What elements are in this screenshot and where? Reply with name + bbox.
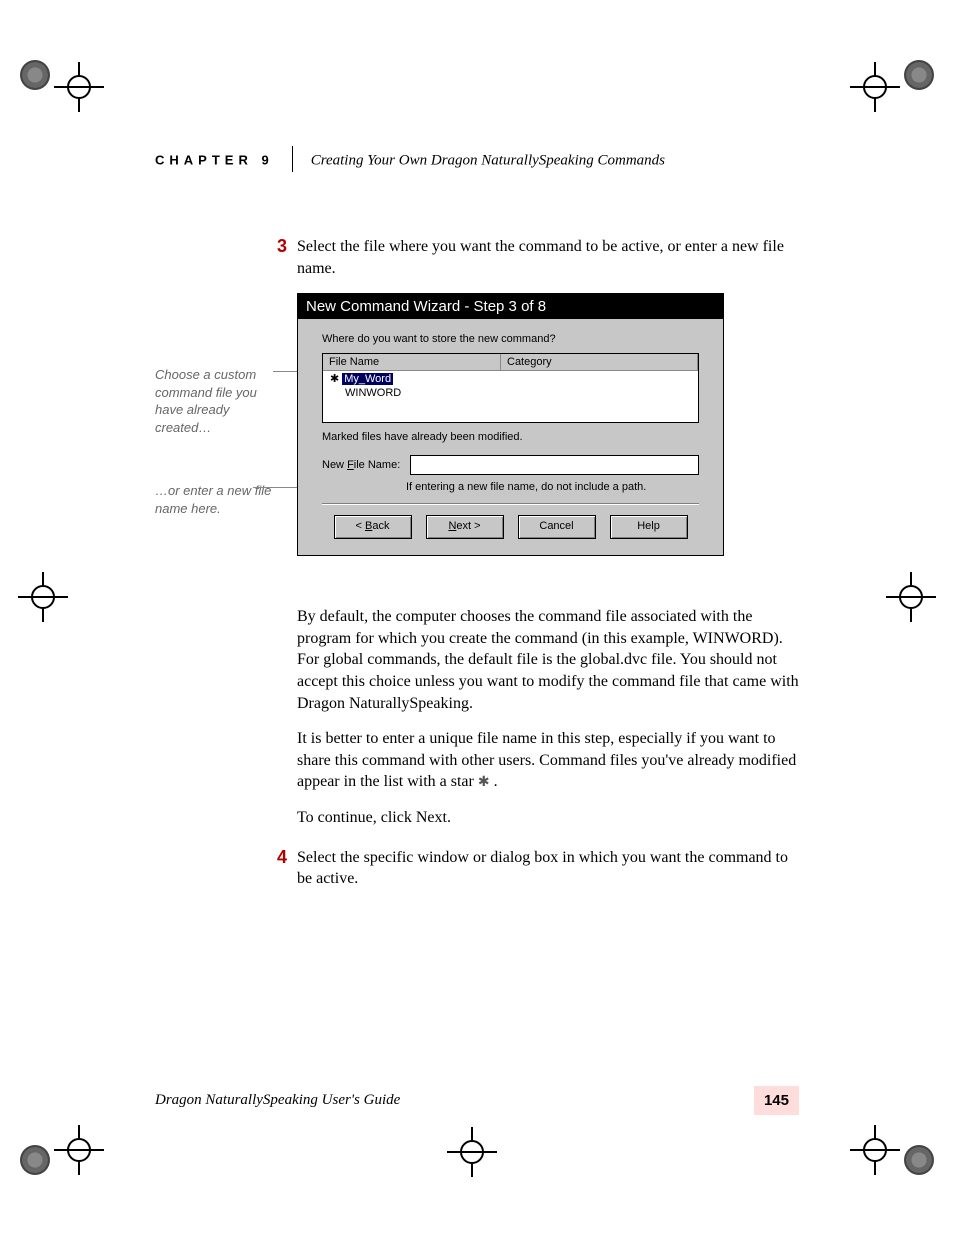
file-row[interactable]: WINWORD [323,386,698,400]
file-list[interactable]: File Name Category ✱ My_Word WINWORD [322,353,699,423]
body-p2-a: It is better to enter a unique file name… [297,730,796,790]
step-number: 3 [255,236,287,257]
new-file-hint: If entering a new file name, do not incl… [406,481,699,493]
modified-note: Marked files have already been modified. [322,431,699,443]
step-text: Select the file where you want the comma… [297,236,799,279]
back-button[interactable]: < Back [334,515,412,539]
file-list-headers: File Name Category [323,354,698,371]
file-name-cell: WINWORD [333,387,401,399]
dialog-question: Where do you want to store the new comma… [322,333,699,345]
modified-star-icon: ✱ [327,372,342,385]
page-footer: Dragon NaturallySpeaking User's Guide 14… [155,1086,799,1115]
file-row-selected[interactable]: ✱ My_Word [323,371,698,386]
step-number: 4 [255,847,287,868]
cancel-button[interactable]: Cancel [518,515,596,539]
wizard-dialog: New Command Wizard - Step 3 of 8 Where d… [297,293,724,556]
footer-title: Dragon NaturallySpeaking User's Guide [155,1092,400,1109]
help-button[interactable]: Help [610,515,688,539]
header-category: Category [501,354,698,370]
body-paragraph-3: To continue, click Next. [297,807,799,829]
new-file-label: New File Name: [322,459,400,471]
dialog-title: New Command Wizard - Step 3 of 8 [298,294,723,319]
step-text: Select the specific window or dialog box… [297,847,799,890]
body-paragraph-2: It is better to enter a unique file name… [297,728,799,793]
body-paragraph-1: By default, the computer chooses the com… [297,606,799,714]
step-4: 4 Select the specific window or dialog b… [155,847,799,890]
file-name-cell: My_Word [342,373,393,385]
next-button[interactable]: Next > [426,515,504,539]
dialog-separator [322,503,699,505]
body-p2-b: . [494,773,498,790]
chapter-title: Creating Your Own Dragon NaturallySpeaki… [311,153,665,169]
chapter-label: CHAPTER 9 [155,153,274,168]
running-header: CHAPTER 9 Creating Your Own Dragon Natur… [155,148,799,178]
new-file-input[interactable] [410,455,699,475]
page-number: 145 [754,1086,799,1115]
margin-annotation-1: Choose a custom command file you have al… [155,366,285,436]
step-3: 3 Select the file where you want the com… [155,236,799,279]
star-icon: ✱ [478,773,490,789]
header-filename: File Name [323,354,501,370]
header-separator [292,146,293,172]
